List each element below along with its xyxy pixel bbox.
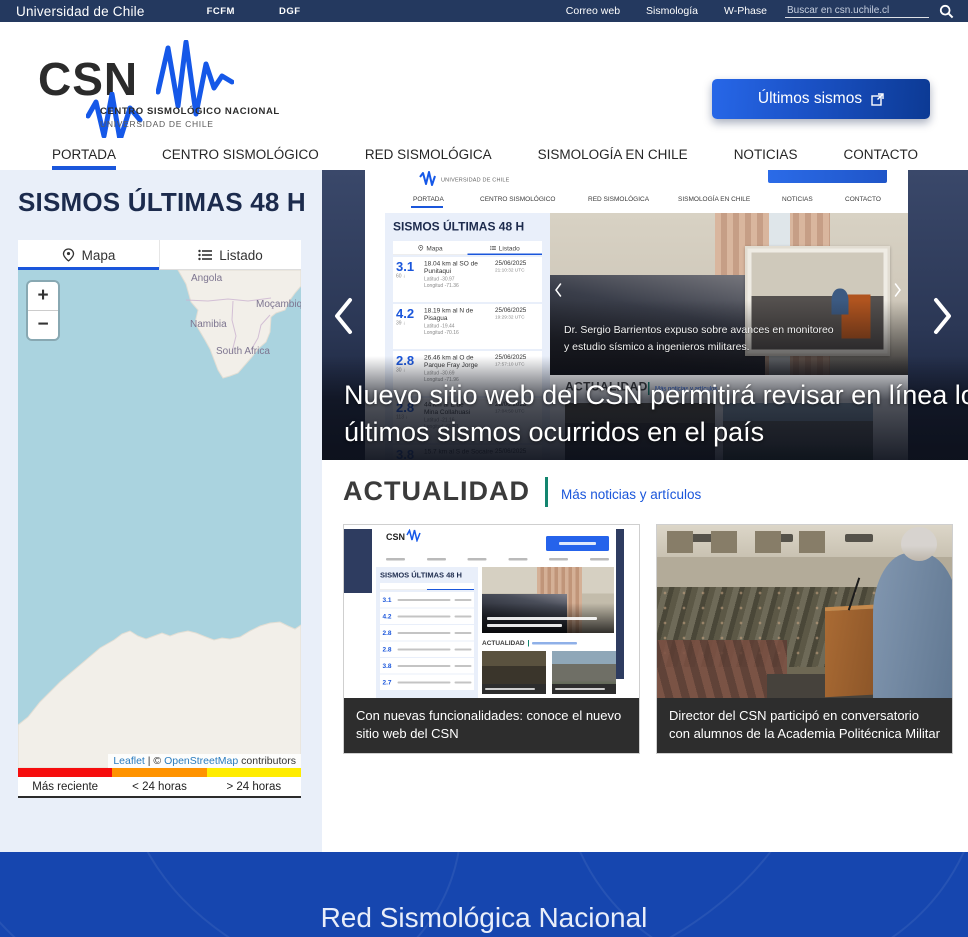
nav-item-centro-sismologico[interactable]: CENTRO SISMOLÓGICO (162, 138, 319, 170)
top-utility-bar: Universidad de Chile FCFM DGF Correo web… (0, 0, 968, 22)
news-card-new-site[interactable]: CSN SISMOS ÚLTIMAS 48 H 3.1 4.2 2.8 2.8 (343, 524, 640, 754)
legend-bottom-rule (18, 796, 301, 798)
search-icon[interactable] (939, 4, 954, 19)
dgf-link[interactable]: DGF (279, 6, 301, 17)
university-brand-link[interactable]: Universidad de Chile (16, 4, 145, 19)
leaflet-link[interactable]: Leaflet (113, 755, 145, 767)
fcfm-link[interactable]: FCFM (207, 6, 235, 17)
list-icon (198, 249, 212, 261)
quakes-last-48h-panel: SISMOS ÚLTIMAS 48 H Mapa Listado (0, 170, 322, 852)
slide-nav-underline (411, 206, 443, 208)
slide-logo-icon (419, 171, 437, 187)
carousel-caption-line1: Nuevo sitio web del CSN permitirá revisa… (344, 380, 968, 411)
legend-segment-recent (18, 768, 112, 777)
map-attribution: Leaflet | © OpenStreetMap contributors (108, 754, 301, 768)
news-card-thumbnail: CSN SISMOS ÚLTIMAS 48 H 3.1 4.2 2.8 2.8 (344, 525, 639, 698)
csn-homepage: Universidad de Chile FCFM DGF Correo web… (0, 0, 968, 937)
legend-segment-older (207, 768, 301, 777)
map-zoom-control: + − (28, 282, 58, 339)
actualidad-section: ACTUALIDAD Más noticias y artículos CSN … (322, 460, 968, 852)
zoom-in-button[interactable]: + (28, 282, 58, 311)
sismologia-link[interactable]: Sismología (646, 5, 698, 17)
slide-quake-row: 4.239 ↓ 18.19 km al N dePisagua Latitud … (393, 304, 542, 349)
site-search-input[interactable] (785, 4, 929, 18)
csn-logo[interactable]: CSN CENTRO SISMOLÓGICO NACIONAL UNIVERSI… (38, 40, 298, 136)
external-link-icon (871, 93, 884, 106)
tab-listado[interactable]: Listado (160, 240, 301, 270)
carousel-caption-line2: últimos sismos ocurridos en el país (344, 417, 764, 448)
tab-mapa[interactable]: Mapa (18, 240, 160, 270)
nav-item-portada[interactable]: PORTADA (52, 138, 116, 170)
nav-item-sismologia-en-chile[interactable]: SISMOLOGÍA EN CHILE (538, 138, 688, 170)
zoom-out-button[interactable]: − (28, 311, 58, 339)
nav-item-contacto[interactable]: CONTACTO (843, 138, 918, 170)
map-label-mozambique: Moçambique (256, 299, 301, 310)
map-label-namibia: Namibia (190, 319, 227, 330)
slide-photo: Dr. Sergio Barrientos expuso sobre avanc… (550, 213, 908, 375)
logo-university-name: UNIVERSIDAD DE CHILE (100, 119, 214, 129)
slide-photo-prev-icon (554, 283, 562, 297)
slide-tab-listado: Listado (468, 241, 543, 255)
recency-legend-bar (18, 768, 301, 777)
osm-link[interactable]: OpenStreetMap (164, 755, 238, 767)
legend-segment-24h (112, 768, 206, 777)
site-header: CSN CENTRO SISMOLÓGICO NACIONAL UNIVERSI… (0, 22, 968, 138)
carousel-prev-button[interactable] (332, 297, 354, 335)
slide-cta-button (768, 170, 887, 183)
map-pin-icon (62, 248, 75, 262)
news-card-caption: Con nuevas funcionalidades: conoce el nu… (344, 698, 639, 753)
seismograph-small-icon (86, 92, 144, 144)
teal-separator (545, 477, 548, 507)
map-list-tabs: Mapa Listado (18, 240, 301, 270)
webmail-link[interactable]: Correo web (566, 5, 620, 17)
thumb-logo-icon (406, 529, 421, 542)
quake-panel-title: SISMOS ÚLTIMAS 48 H (18, 187, 306, 218)
more-news-link[interactable]: Más noticias y artículos (561, 487, 701, 502)
red-sismologica-band: Red Sismológica Nacional (0, 852, 968, 937)
auditorium-photo (657, 525, 952, 698)
news-card-caption: Director del CSN participó en conversato… (657, 698, 952, 753)
main-navigation: PORTADA CENTRO SISMOLÓGICO RED SISMOLÓGI… (0, 138, 968, 170)
nav-item-noticias[interactable]: NOTICIAS (734, 138, 798, 170)
news-card-director-talk[interactable]: Director del CSN participó en conversato… (656, 524, 953, 754)
ultimos-sismos-button[interactable]: Últimos sismos (712, 79, 930, 119)
map-tiles: Angola Moçambique Namibia South Africa (18, 270, 301, 768)
map-label-angola: Angola (191, 273, 223, 284)
recency-legend-labels: Más reciente < 24 horas > 24 horas (18, 777, 301, 796)
map-label-south-africa: South Africa (216, 346, 270, 357)
logo-center-name: CENTRO SISMOLÓGICO NACIONAL (100, 106, 280, 117)
carousel-next-button[interactable] (932, 297, 954, 335)
slide-quake-row: 3.160 ↓ 18.04 km al SO dePunitaqui Latit… (393, 257, 542, 302)
leaflet-map[interactable]: Angola Moçambique Namibia South Africa +… (18, 270, 301, 768)
footer-section-title: Red Sismológica Nacional (0, 902, 968, 934)
slide-logo-text: UNIVERSIDAD DE CHILE (441, 177, 509, 183)
nav-item-red-sismologica[interactable]: RED SISMOLÓGICA (365, 138, 492, 170)
news-carousel: UNIVERSIDAD DE CHILE PORTADA CENTRO SISM… (322, 170, 968, 460)
actualidad-title: ACTUALIDAD (343, 476, 530, 507)
thumb-cta (546, 536, 609, 551)
carousel-caption-overlay: Nuevo sitio web del CSN permitirá revisa… (322, 356, 968, 460)
wphase-link[interactable]: W-Phase (724, 5, 767, 17)
slide-photo-next-icon (894, 283, 902, 297)
slide-tab-mapa: Mapa (393, 241, 468, 255)
